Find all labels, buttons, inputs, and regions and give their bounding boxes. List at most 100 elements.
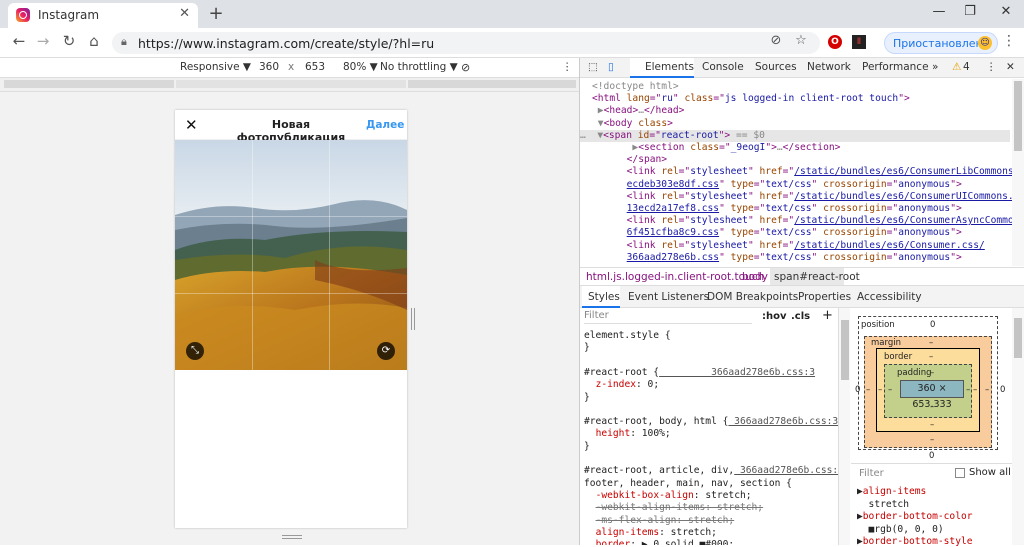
subtab-event-listeners[interactable]: Event Listeners bbox=[628, 291, 709, 303]
dom-line[interactable]: ▼<body class> bbox=[592, 118, 673, 130]
style-line[interactable]: } bbox=[584, 342, 590, 354]
breadcrumb-span[interactable]: span#react-root bbox=[774, 271, 860, 283]
style-line[interactable]: -ms-flex-align: stretch; bbox=[584, 515, 735, 527]
style-line[interactable]: -webkit-align-items: stretch; bbox=[584, 502, 764, 514]
new-tab-button[interactable]: + bbox=[206, 3, 226, 24]
style-line[interactable]: #react-root, article, div, 366aad278e6b.… bbox=[584, 465, 838, 477]
dom-line[interactable]: ▶<head>…</head> bbox=[592, 105, 685, 117]
device-select[interactable]: Responsive ▼ bbox=[180, 61, 251, 73]
devtools-menu-icon[interactable]: ⋮ bbox=[986, 61, 997, 73]
zoom-select[interactable]: 80% ▼ bbox=[343, 61, 378, 73]
style-line[interactable]: height: 100%; bbox=[584, 428, 671, 440]
dom-line-token: href bbox=[759, 215, 783, 227]
restore-button[interactable]: ❐ bbox=[960, 4, 980, 19]
more-tabs-icon[interactable]: » bbox=[932, 61, 938, 73]
opera-extension-icon[interactable]: O bbox=[828, 35, 842, 49]
tab-close-icon[interactable]: ✕ bbox=[179, 6, 190, 21]
back-icon[interactable]: ← bbox=[8, 32, 30, 50]
devtools-close-icon[interactable]: ✕ bbox=[1006, 61, 1015, 73]
dom-line[interactable]: 13ecd2a17ef8.css" type="text/css" crosso… bbox=[592, 203, 962, 215]
styles-scrollbar[interactable] bbox=[838, 308, 850, 545]
hover-state-toggle[interactable]: :hov bbox=[762, 311, 787, 322]
computed-styles[interactable]: Filter Show all ▶align-items stretch ▶bor… bbox=[851, 463, 1012, 547]
tab-console[interactable]: Console bbox=[702, 61, 744, 73]
address-bar[interactable]: 🔒︎ https://www.instagram.com/create/styl… bbox=[112, 32, 820, 54]
profile-button[interactable]: Приостановлена ☺ bbox=[884, 32, 998, 54]
style-line[interactable]: -webkit-box-align: stretch; bbox=[584, 490, 752, 502]
dom-line[interactable]: <html lang="ru" class="js logged-in clie… bbox=[592, 93, 910, 105]
computed-filter-input[interactable]: Filter bbox=[859, 468, 884, 479]
style-line[interactable]: footer, header, main, nav, section { bbox=[584, 478, 792, 490]
device-toggle-icon[interactable]: ▯ bbox=[608, 61, 614, 73]
style-line[interactable]: element.style { bbox=[584, 330, 671, 342]
subtab-dom-breakpoints[interactable]: DOM Breakpoints bbox=[707, 291, 798, 303]
dom-line[interactable]: 366aad278e6b.css" type="text/css" crosso… bbox=[592, 252, 962, 264]
style-line[interactable]: } bbox=[584, 392, 590, 404]
subtab-properties[interactable]: Properties bbox=[798, 291, 851, 303]
reload-icon[interactable]: ↻ bbox=[58, 32, 80, 50]
style-line[interactable]: align-items: stretch; bbox=[584, 527, 717, 539]
dom-line[interactable]: <link rel="stylesheet" href="/static/bun… bbox=[592, 215, 1012, 227]
site-settings-icon[interactable]: ⊘ bbox=[767, 33, 785, 51]
tab-sources[interactable]: Sources bbox=[755, 61, 797, 73]
subtab-accessibility[interactable]: Accessibility bbox=[857, 291, 922, 303]
dom-line[interactable]: <link rel="stylesheet" href="/static/bun… bbox=[592, 166, 1012, 178]
forward-icon[interactable]: → bbox=[32, 32, 54, 50]
media-query-ruler[interactable] bbox=[0, 78, 579, 92]
new-rule-button[interactable]: + bbox=[822, 308, 833, 323]
breadcrumb-body[interactable]: body bbox=[742, 271, 768, 283]
viewport-resize-handle[interactable] bbox=[411, 308, 415, 330]
style-line[interactable]: z-index: 0; bbox=[584, 379, 660, 391]
minimize-button[interactable]: — bbox=[929, 4, 949, 19]
rotate-photo-icon[interactable]: ⟳ bbox=[377, 342, 395, 360]
warning-icon[interactable]: ⚠ bbox=[952, 61, 961, 73]
tab-instagram[interactable]: Instagram ✕ bbox=[8, 3, 198, 28]
computed-line[interactable]: ▶border-bottom-style bbox=[857, 536, 973, 547]
style-line[interactable]: #react-root, body, html { 366aad278e6b.c… bbox=[584, 416, 838, 428]
tab-network[interactable]: Network bbox=[807, 61, 851, 73]
bookmark-star-icon[interactable]: ☆ bbox=[792, 33, 810, 51]
dom-line[interactable]: </span> bbox=[592, 154, 667, 166]
style-line[interactable]: border: ▶ 0 solid ■#000; bbox=[584, 539, 735, 545]
device-options-icon[interactable]: ⋮ bbox=[562, 61, 573, 73]
breadcrumb-html[interactable]: html.js.logged-in.client-root.touch bbox=[586, 271, 764, 283]
window-close-button[interactable]: ✕ bbox=[996, 4, 1016, 19]
style-line[interactable]: } bbox=[584, 441, 590, 453]
rotate-icon[interactable]: ⊘ bbox=[461, 61, 470, 74]
dom-line[interactable]: <link rel="stylesheet" href="/static/bun… bbox=[592, 240, 985, 252]
dom-line[interactable]: <link rel="stylesheet" href="/static/bun… bbox=[592, 191, 1012, 203]
home-icon[interactable]: ⌂ bbox=[83, 32, 105, 50]
computed-line[interactable]: ▶align-items bbox=[857, 486, 926, 497]
viewport-bottom-handle[interactable] bbox=[282, 535, 302, 539]
computed-line[interactable]: ▶border-bottom-color bbox=[857, 511, 973, 522]
computed-line[interactable]: ■rgb(0, 0, 0) bbox=[857, 524, 944, 535]
styles-filter-input[interactable]: Filter bbox=[584, 310, 752, 324]
class-toggle[interactable]: .cls bbox=[791, 311, 810, 322]
dom-line[interactable]: <!doctype html> bbox=[592, 81, 679, 93]
photo-preview[interactable]: ⤡ ⟳ bbox=[175, 140, 407, 370]
throttling-select[interactable]: No throttling ▼ bbox=[380, 61, 458, 73]
next-button[interactable]: Далее bbox=[366, 119, 404, 131]
viewport-height[interactable]: 653 bbox=[305, 61, 325, 73]
computed-scrollbar[interactable] bbox=[1012, 308, 1024, 545]
computed-line[interactable]: stretch bbox=[857, 499, 909, 510]
styles-pane[interactable]: element.style {} #react-root { 366aad278e… bbox=[580, 308, 838, 545]
inspect-element-icon[interactable]: ⬚ bbox=[588, 61, 598, 73]
viewport-width[interactable]: 360 bbox=[259, 61, 279, 73]
close-icon[interactable]: ✕ bbox=[185, 116, 198, 134]
box-content[interactable]: 360 × 653.333 bbox=[900, 380, 964, 410]
extension-icon[interactable]: Ⅱ bbox=[852, 35, 866, 49]
expand-icon[interactable]: ⤡ bbox=[186, 342, 204, 360]
show-all-checkbox[interactable] bbox=[955, 468, 965, 478]
dom-line[interactable]: … ▼<span id="react-root"> == $0 bbox=[580, 129, 1010, 142]
dom-scrollbar[interactable] bbox=[1012, 79, 1024, 266]
dom-line[interactable]: ecdeb303e8df.css" type="text/css" crosso… bbox=[592, 179, 962, 191]
tab-elements[interactable]: Elements bbox=[645, 61, 694, 73]
style-line[interactable]: #react-root { 366aad278e6b.css:3 bbox=[584, 367, 815, 379]
browser-menu-icon[interactable]: ⋮ bbox=[1002, 33, 1016, 49]
dom-line[interactable]: ▶<section class="_9eogI">…</section> bbox=[592, 142, 840, 154]
tab-performance[interactable]: Performance bbox=[862, 61, 929, 73]
dom-tree[interactable]: <!doctype html> <html lang="ru" class="js… bbox=[580, 79, 1012, 266]
subtab-styles[interactable]: Styles bbox=[588, 291, 620, 303]
dom-line[interactable]: 6f451cfba8c9.css" type="text/css" crosso… bbox=[592, 227, 962, 239]
